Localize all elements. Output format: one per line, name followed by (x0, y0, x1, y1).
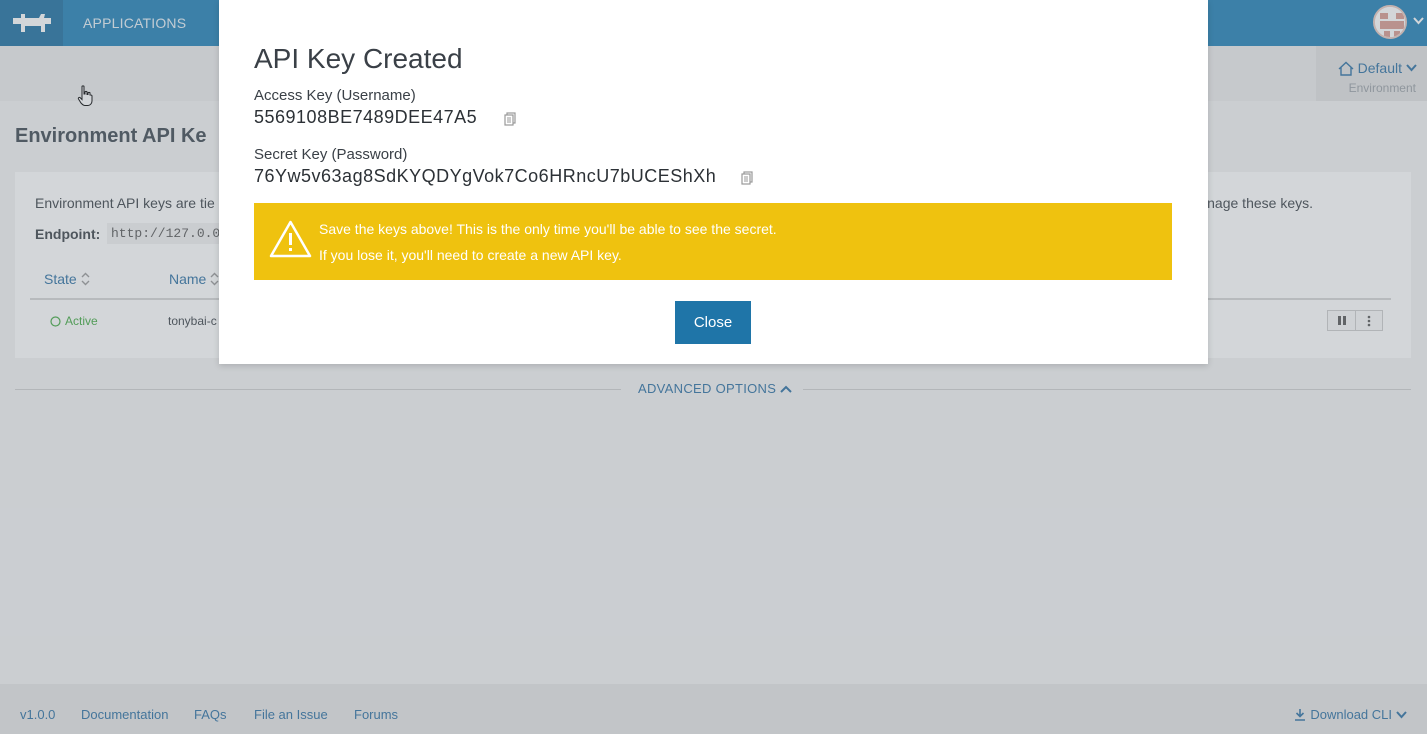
copy-icon[interactable] (504, 112, 516, 126)
warning-banner: Save the keys above! This is the only ti… (254, 203, 1172, 280)
access-key-value: 5569108BE7489DEE47A5 (254, 107, 478, 127)
warning-line-1: Save the keys above! This is the only ti… (319, 221, 777, 237)
copy-icon[interactable] (741, 171, 753, 185)
secret-key-value: 76Yw5v63ag8SdKYQDYgVok7Co6HRncU7bUCEShXh (254, 166, 717, 186)
modal-title: API Key Created (254, 43, 463, 74)
warning-icon (269, 220, 312, 258)
api-key-created-modal: API Key Created Access Key (Username) 55… (219, 0, 1208, 364)
access-key-label: Access Key (Username) (254, 87, 416, 104)
close-button[interactable]: Close (675, 301, 751, 344)
warning-line-2: If you lose it, you'll need to create a … (319, 247, 622, 263)
secret-key-label: Secret Key (Password) (254, 146, 408, 163)
